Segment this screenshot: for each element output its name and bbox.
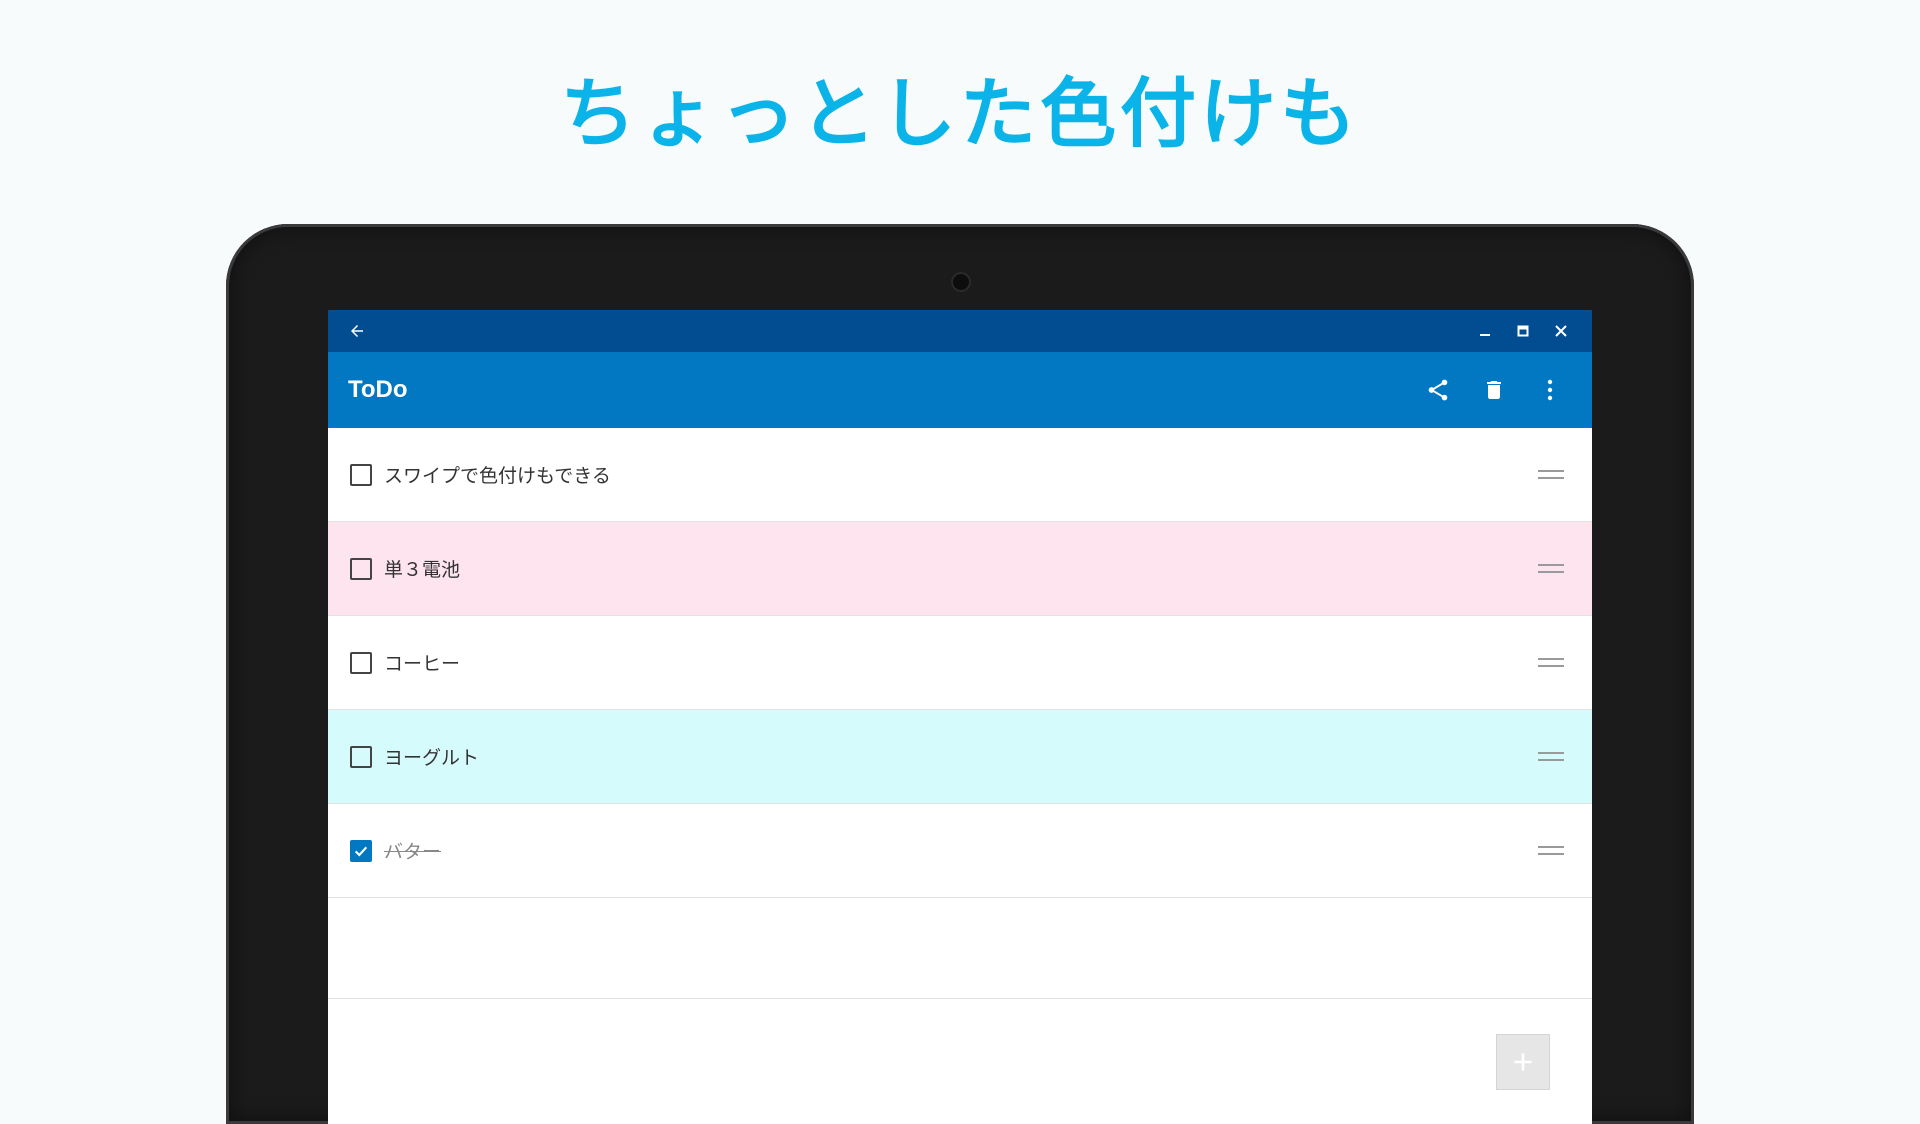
item-checkbox[interactable] — [350, 557, 372, 580]
item-label: 単３電池 — [384, 559, 461, 581]
camera-dot — [953, 274, 969, 290]
plus-icon — [1514, 1053, 1532, 1071]
app-title: ToDo — [348, 376, 408, 403]
share-button[interactable] — [1410, 362, 1466, 418]
arrow-left-icon — [351, 325, 363, 337]
window-back-button[interactable] — [338, 315, 376, 347]
more-vertical-icon — [1547, 379, 1553, 401]
window-close-button[interactable] — [1542, 315, 1580, 347]
todo-item[interactable]: 単３電池 — [328, 522, 1592, 616]
check-icon — [354, 846, 368, 857]
close-icon — [1555, 325, 1567, 337]
todo-item[interactable]: ヨーグルト — [328, 710, 1592, 804]
item-checkbox[interactable] — [350, 745, 372, 768]
delete-icon — [1487, 381, 1501, 399]
maximize-icon — [1517, 325, 1529, 337]
app-window: ToDo スワイプで色付けもできる 単３電池 コーヒー ヨーグルト バター — [328, 310, 1592, 1124]
item-checkbox[interactable] — [350, 651, 372, 674]
item-label: ヨーグルト — [384, 747, 480, 769]
todo-item[interactable]: スワイプで色付けもできる — [328, 428, 1592, 522]
drag-handle-icon[interactable] — [1538, 841, 1564, 861]
item-label: コーヒー — [384, 653, 461, 675]
delete-button[interactable] — [1466, 362, 1522, 418]
todo-item[interactable]: バター — [328, 804, 1592, 898]
drag-handle-icon[interactable] — [1538, 653, 1564, 673]
drag-handle-icon[interactable] — [1538, 465, 1564, 485]
minimize-icon — [1480, 334, 1490, 336]
todo-item[interactable]: コーヒー — [328, 616, 1592, 710]
promo-headline: ちょっとした色付けも — [560, 69, 1360, 158]
drag-handle-icon[interactable] — [1538, 559, 1564, 579]
more-options-button[interactable] — [1522, 362, 1578, 418]
app-toolbar: ToDo — [328, 352, 1592, 428]
window-minimize-button[interactable] — [1466, 315, 1504, 347]
window-maximize-button[interactable] — [1504, 315, 1542, 347]
share-icon — [1428, 379, 1448, 401]
add-item-button[interactable] — [1496, 1034, 1550, 1090]
drag-handle-icon[interactable] — [1538, 747, 1564, 767]
todo-list: スワイプで色付けもできる 単３電池 コーヒー ヨーグルト バター — [328, 428, 1592, 898]
window-titlebar — [328, 310, 1592, 352]
tablet-device: ToDo スワイプで色付けもできる 単３電池 コーヒー ヨーグルト バター — [226, 224, 1694, 1124]
item-label: バター — [384, 841, 442, 863]
input-divider — [328, 998, 1592, 999]
item-label: スワイプで色付けもできる — [384, 465, 611, 487]
item-checkbox[interactable] — [350, 839, 372, 862]
item-checkbox[interactable] — [350, 463, 372, 486]
